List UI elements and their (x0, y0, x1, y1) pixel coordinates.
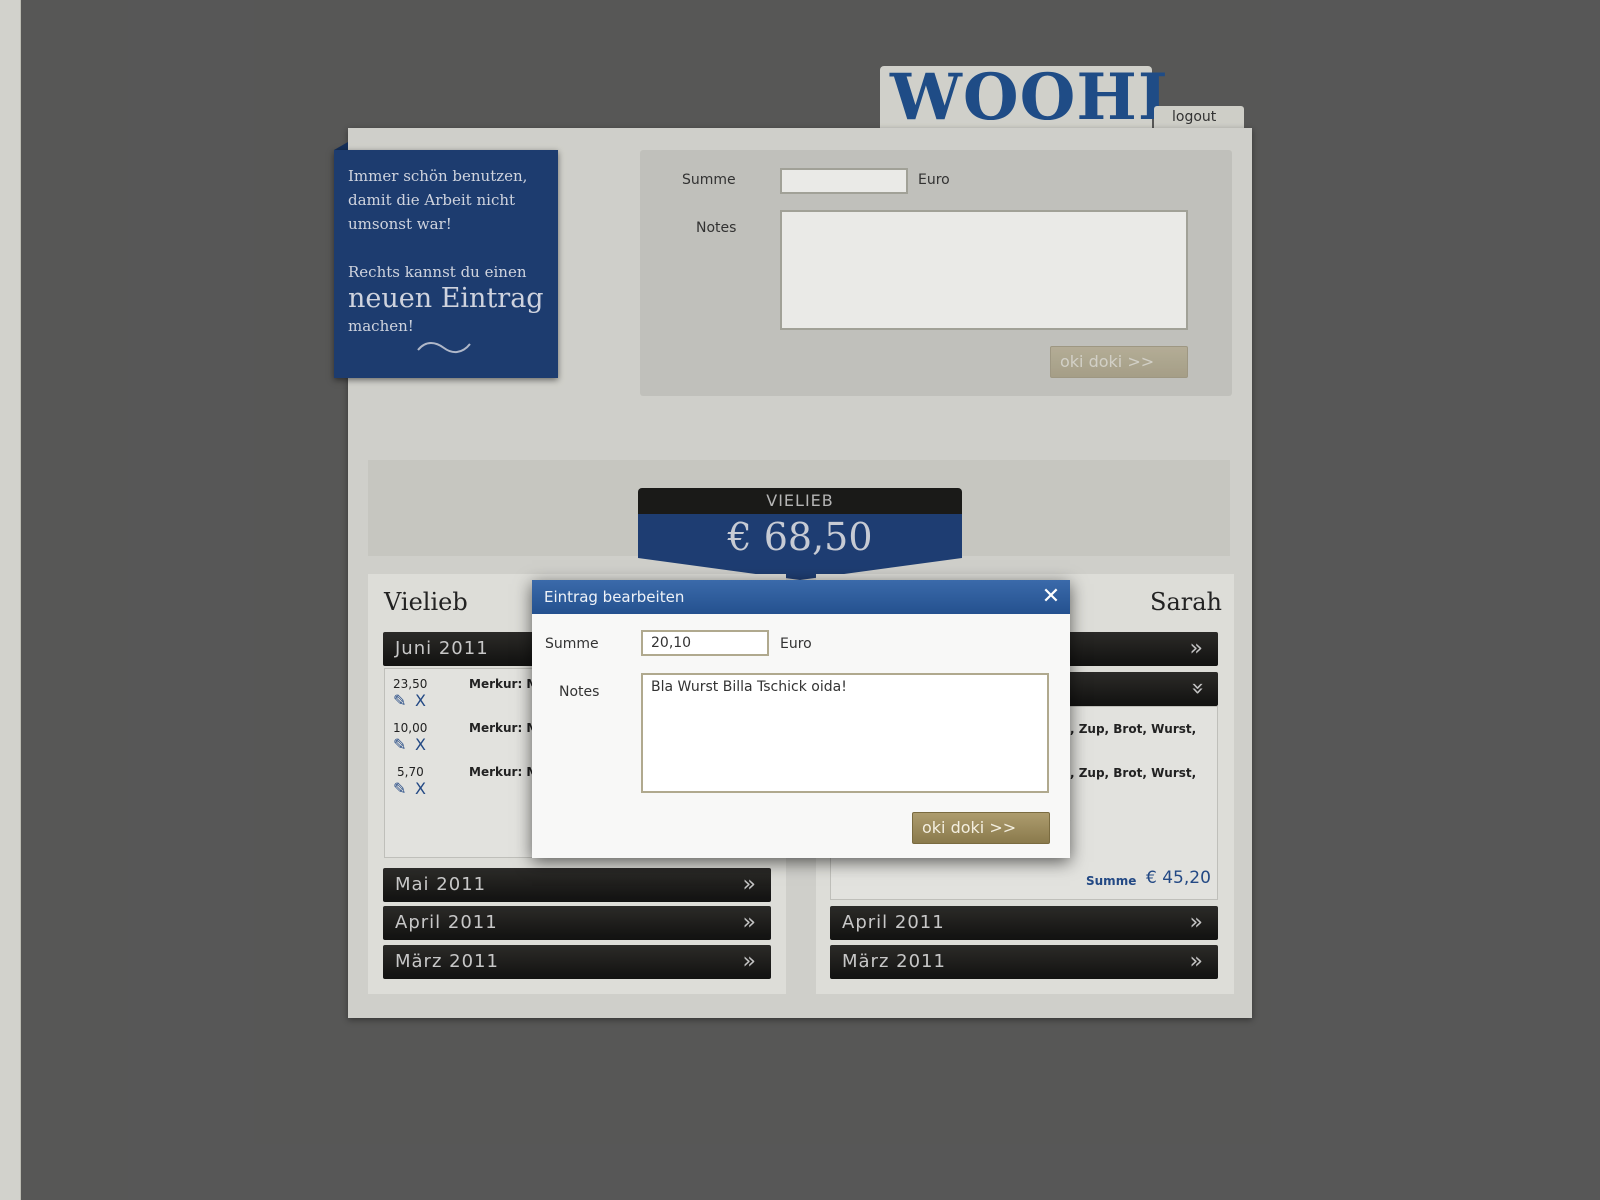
dialog-titlebar: Eintrag bearbeiten ✕ (532, 580, 1070, 614)
dialog-notes-label: Notes (559, 684, 600, 700)
dialog-sum-input[interactable] (641, 630, 769, 656)
dialog-submit-button[interactable]: oki doki >> (912, 812, 1050, 844)
edit-entry-dialog: Eintrag bearbeiten ✕ Summe Euro Notes Bl… (532, 580, 1070, 858)
dialog-title: Eintrag bearbeiten (544, 588, 685, 606)
dialog-sum-label: Summe (545, 636, 599, 652)
dialog-currency-label: Euro (780, 636, 812, 652)
dialog-notes-input[interactable]: Bla Wurst Billa Tschick oida! (641, 673, 1049, 793)
close-icon[interactable]: ✕ (1040, 586, 1062, 608)
